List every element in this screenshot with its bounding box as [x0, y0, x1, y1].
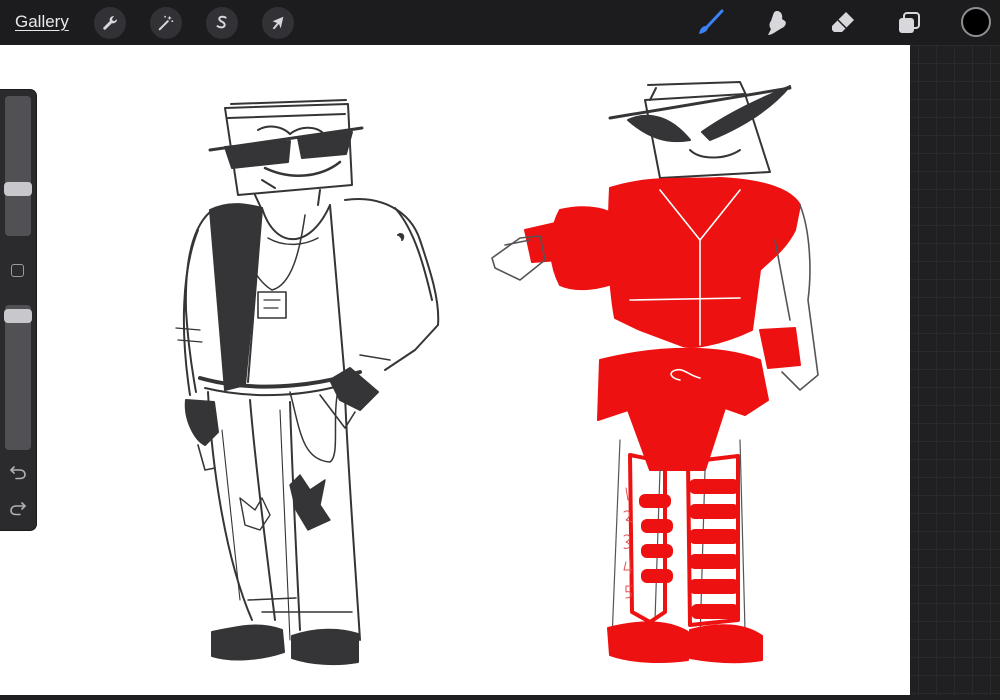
- brush-icon: [699, 9, 724, 34]
- right-character-sketch: [491, 81, 819, 664]
- left-sidebar: [0, 90, 36, 530]
- selection-button[interactable]: [206, 7, 238, 39]
- artwork: [175, 81, 819, 666]
- arrow-cursor-icon: [272, 16, 284, 30]
- modify-square-icon[interactable]: [11, 264, 24, 277]
- layers-button[interactable]: [892, 6, 926, 40]
- eraser-tool-button[interactable]: [826, 6, 860, 40]
- smudge-finger-icon: [768, 11, 786, 35]
- top-toolbar: Gallery: [0, 0, 1000, 45]
- brush-tool-button[interactable]: [693, 6, 727, 40]
- layers-icon: [899, 12, 920, 33]
- transform-button[interactable]: [262, 7, 294, 39]
- brush-size-slider[interactable]: [4, 96, 32, 236]
- drawing-canvas[interactable]: [0, 45, 910, 695]
- smudge-tool-button[interactable]: [759, 6, 793, 40]
- color-picker-button[interactable]: [961, 7, 991, 37]
- brush-size-thumb[interactable]: [4, 181, 32, 196]
- magic-wand-icon: [158, 15, 174, 31]
- undo-icon[interactable]: [8, 462, 28, 482]
- opacity-thumb[interactable]: [4, 308, 32, 323]
- gallery-button[interactable]: Gallery: [15, 12, 69, 32]
- actions-button[interactable]: [94, 7, 126, 39]
- redo-icon[interactable]: [8, 498, 28, 518]
- canvas-workspace: [0, 45, 1000, 695]
- opacity-slider[interactable]: [4, 305, 32, 450]
- eraser-icon: [832, 12, 854, 32]
- left-character-sketch: [175, 99, 440, 666]
- selection-s-icon: [216, 15, 227, 29]
- wrench-icon: [103, 16, 117, 30]
- adjustments-button[interactable]: [150, 7, 182, 39]
